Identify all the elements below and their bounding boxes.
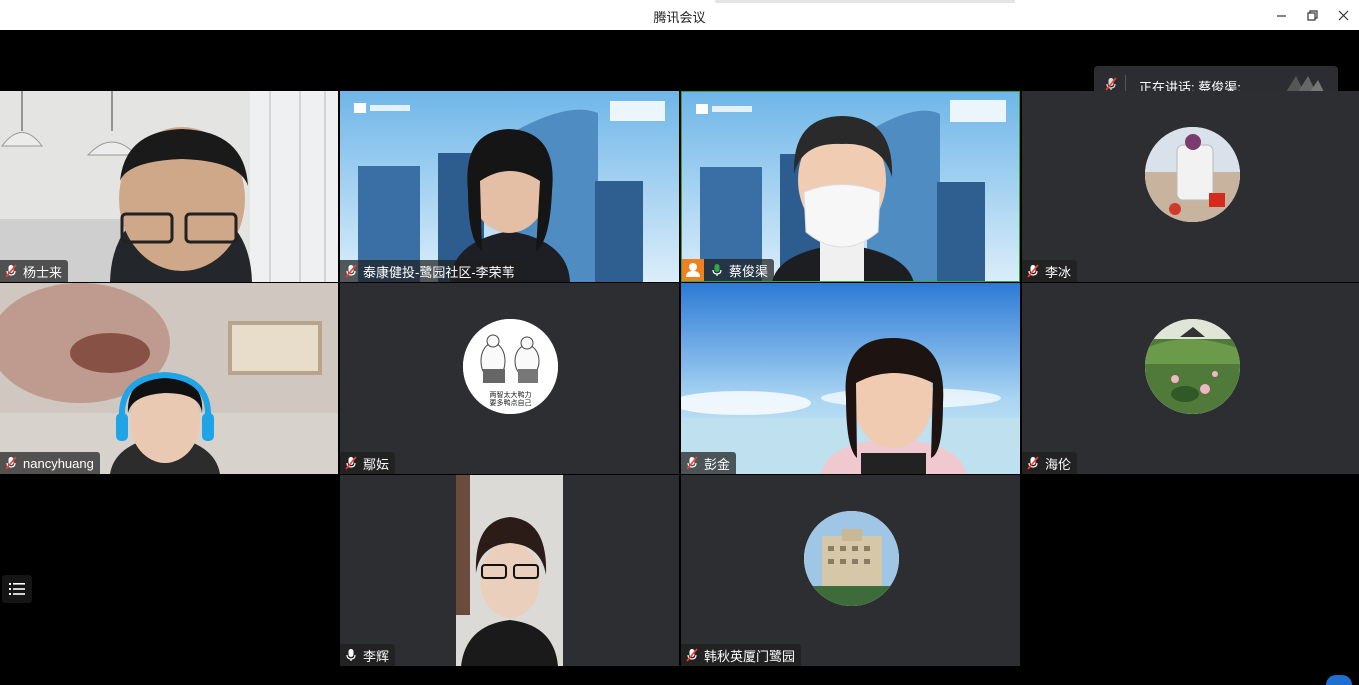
- video-feed: [456, 475, 563, 666]
- avatar: [1145, 127, 1240, 222]
- list-icon: [9, 583, 25, 595]
- participant-label: 鄢妘: [340, 452, 396, 474]
- video-feed: [340, 91, 679, 282]
- video-tile-peng-jin[interactable]: 彭金: [681, 283, 1020, 474]
- close-icon[interactable]: [1328, 0, 1359, 30]
- mic-muted-icon: [345, 264, 357, 278]
- video-feed: [682, 92, 1019, 281]
- participant-name: 彭金: [704, 456, 731, 472]
- mic-muted-icon: [5, 264, 17, 278]
- video-tile-nancyhuang[interactable]: nancyhuang: [0, 283, 338, 474]
- mic-muted-icon: [686, 648, 698, 662]
- video-feed: [0, 91, 338, 282]
- mic-muted-icon: [1105, 77, 1117, 91]
- window-title: 腾讯会议: [653, 10, 706, 25]
- participant-label: 蔡俊渠: [682, 259, 775, 281]
- participant-name: 蔡俊渠: [729, 263, 769, 279]
- participant-name: nancyhuang: [23, 455, 94, 471]
- participant-name: 李辉: [363, 648, 390, 664]
- video-tile-han-qiuying[interactable]: 韩秋英厦门鹭园: [681, 475, 1020, 666]
- video-tile-yan-yun[interactable]: 两智太大鸭力 要多鸭点自己 鄢妘: [340, 283, 679, 474]
- mic-on-icon: [346, 649, 356, 661]
- list-menu-button[interactable]: [2, 575, 32, 603]
- corner-indicator: [1326, 675, 1352, 685]
- video-feed: [0, 283, 338, 474]
- participant-name: 李冰: [1045, 264, 1072, 280]
- participant-label: 泰康健投-鹭园社区-李荣苇: [340, 260, 521, 282]
- mic-muted-icon: [345, 456, 357, 470]
- video-tile-li-bing[interactable]: 李冰: [1022, 91, 1359, 282]
- participant-name: 韩秋英厦门鹭园: [704, 648, 796, 664]
- video-tile-cai-junqu[interactable]: 蔡俊渠: [681, 91, 1020, 282]
- mic-muted-icon: [5, 456, 17, 470]
- participant-name: 海伦: [1045, 456, 1072, 472]
- participant-label: nancyhuang: [0, 452, 100, 474]
- title-notch: [715, 0, 1015, 3]
- participant-name: 鄢妘: [363, 456, 390, 472]
- mic-muted-icon: [1027, 264, 1039, 278]
- minimize-icon[interactable]: [1266, 0, 1297, 30]
- video-tile-li-rongwei[interactable]: 泰康健投-鹭园社区-李荣苇: [340, 91, 679, 282]
- participant-label: 杨士来: [0, 260, 69, 282]
- video-tile-li-hui[interactable]: 李辉: [340, 475, 679, 666]
- avatar-caption: 两智太大鸭力 要多鸭点自己: [489, 392, 532, 407]
- participant-name: 泰康健投-鹭园社区-李荣苇: [363, 264, 515, 280]
- mic-muted-icon: [1027, 456, 1039, 470]
- participant-name: 杨士来: [23, 264, 63, 280]
- participant-label: 韩秋英厦门鹭园: [681, 644, 802, 666]
- video-tile-hai-lun[interactable]: 海伦: [1022, 283, 1359, 474]
- participant-label: 海伦: [1022, 452, 1078, 474]
- video-feed: [681, 283, 1020, 474]
- avatar: [804, 511, 899, 606]
- title-bar: 腾讯会议: [0, 0, 1359, 30]
- mic-active-icon: [712, 264, 722, 276]
- participant-label: 李冰: [1022, 260, 1078, 282]
- window-controls: [1266, 0, 1359, 30]
- restore-icon[interactable]: [1297, 0, 1328, 30]
- video-tile-yang[interactable]: 杨士来: [0, 91, 338, 282]
- participant-label: 彭金: [681, 452, 737, 474]
- avatar: 两智太大鸭力 要多鸭点自己: [463, 319, 558, 414]
- host-badge-icon: [682, 259, 704, 281]
- avatar: [1145, 319, 1240, 414]
- participant-label: 李辉: [340, 644, 396, 666]
- mic-muted-icon: [686, 456, 698, 470]
